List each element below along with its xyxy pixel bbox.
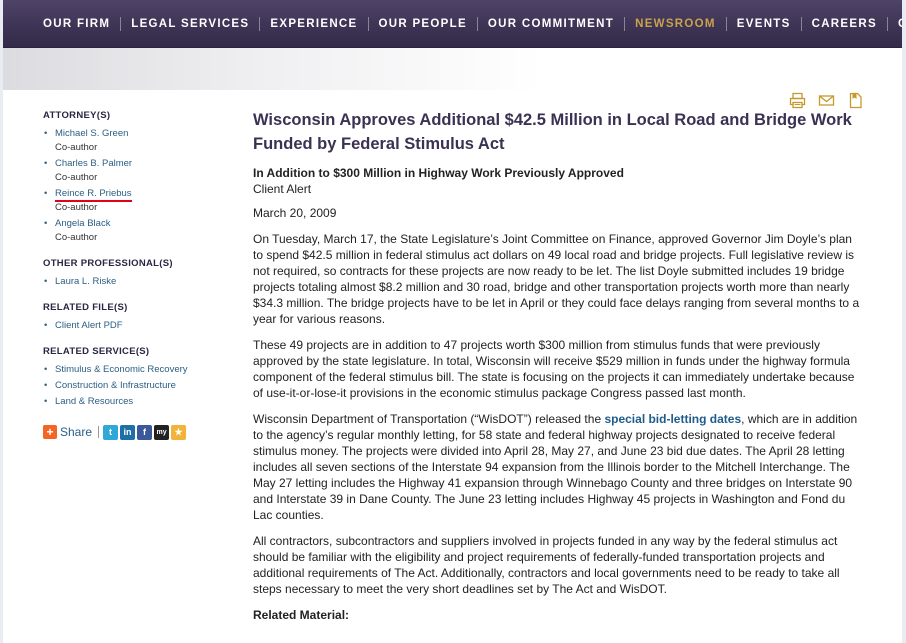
attorneys-heading: ATTORNEY(S) — [43, 110, 111, 121]
list-item: Land & Resources — [43, 396, 233, 408]
related-services-list: Stimulus & Economic Recovery Constructio… — [43, 364, 233, 408]
save-document-icon[interactable] — [847, 92, 864, 109]
list-item: Angela Black Co-author — [43, 218, 233, 244]
email-icon[interactable] — [818, 92, 835, 109]
attorney-link-michael-green[interactable]: Michael S. Green — [55, 128, 128, 139]
linkedin-icon[interactable]: in — [120, 424, 136, 440]
service-link-land-resources[interactable]: Land & Resources — [55, 396, 133, 407]
list-item: Construction & Infrastructure — [43, 380, 233, 392]
sidebar: ATTORNEY(S) Michael S. Green Co-author C… — [43, 110, 233, 440]
nav-offices[interactable]: OFFICES — [888, 18, 902, 30]
service-link-stimulus[interactable]: Stimulus & Economic Recovery — [55, 364, 188, 375]
nav-our-people[interactable]: OUR PEOPLE — [369, 18, 477, 30]
professionals-list: Laura L. Riske — [43, 276, 233, 288]
favorites-icon[interactable]: ★ — [171, 424, 187, 440]
page-title: Wisconsin Approves Additional $42.5 Mill… — [253, 111, 852, 153]
paragraph-text: Wisconsin Department of Transportation (… — [253, 412, 605, 426]
paragraph-text: , which are in addition to the agency’s … — [253, 412, 858, 522]
related-material-heading: Related Material: — [253, 608, 350, 622]
list-item: Charles B. Palmer Co-author — [43, 158, 233, 184]
article-tools — [789, 92, 864, 109]
list-item: Michael S. Green Co-author — [43, 128, 233, 154]
facebook-icon[interactable]: f — [137, 424, 153, 440]
share-plus-icon[interactable]: + — [43, 425, 57, 439]
list-item: Reince R. Priebus Co-author — [43, 188, 233, 214]
article-paragraph-1: On Tuesday, March 17, the State Legislat… — [253, 232, 860, 326]
related-files-heading: RELATED FILE(S) — [43, 302, 128, 313]
attorney-role: Co-author — [55, 142, 98, 153]
list-item: Client Alert PDF — [43, 320, 233, 332]
attorneys-list: Michael S. Green Co-author Charles B. Pa… — [43, 128, 233, 244]
myspace-icon[interactable]: my — [154, 424, 170, 440]
professional-link-laura-riske[interactable]: Laura L. Riske — [55, 276, 116, 287]
page: OUR FIRM LEGAL SERVICES EXPERIENCE OUR P… — [3, 0, 902, 643]
related-files-list: Client Alert PDF — [43, 320, 233, 332]
article-type: Client Alert — [253, 182, 312, 196]
header-banner — [3, 48, 902, 90]
attorney-role: Co-author — [55, 172, 98, 183]
nav-our-firm[interactable]: OUR FIRM — [33, 18, 120, 30]
attorney-link-angela-black[interactable]: Angela Black — [55, 218, 110, 229]
article: Wisconsin Approves Additional $42.5 Mill… — [253, 108, 865, 623]
nav-newsroom[interactable]: NEWSROOM — [625, 18, 726, 30]
article-subtitle: In Addition to $300 Million in Highway W… — [253, 166, 624, 180]
attorney-link-charles-palmer[interactable]: Charles B. Palmer — [55, 158, 132, 169]
nav-events[interactable]: EVENTS — [727, 18, 801, 30]
related-services-heading: RELATED SERVICE(S) — [43, 346, 150, 357]
client-alert-pdf-link[interactable]: Client Alert PDF — [55, 320, 123, 331]
attorney-link-reince-priebus[interactable]: Reince R. Priebus — [55, 188, 132, 202]
professionals-heading: OTHER PROFESSIONAL(S) — [43, 258, 173, 269]
print-icon[interactable] — [789, 92, 806, 109]
list-item: Laura L. Riske — [43, 276, 233, 288]
attorney-role: Co-author — [55, 202, 98, 213]
twitter-icon[interactable]: t — [103, 424, 119, 440]
share-separator — [98, 426, 100, 438]
nav-experience[interactable]: EXPERIENCE — [260, 18, 367, 30]
share-button[interactable]: Share — [60, 425, 92, 439]
list-item: Stimulus & Economic Recovery — [43, 364, 233, 376]
share-bar: + Share t in f my ★ — [43, 424, 233, 440]
article-paragraph-2: These 49 projects are in addition to 47 … — [253, 338, 855, 400]
article-paragraph-4: All contractors, subcontractors and supp… — [253, 534, 840, 596]
service-link-construction[interactable]: Construction & Infrastructure — [55, 380, 176, 391]
attorney-role: Co-author — [55, 232, 98, 243]
nav-careers[interactable]: CAREERS — [802, 18, 887, 30]
nav-our-commitment[interactable]: OUR COMMITMENT — [478, 18, 624, 30]
top-navigation: OUR FIRM LEGAL SERVICES EXPERIENCE OUR P… — [3, 0, 902, 48]
bid-letting-dates-link[interactable]: special bid-letting dates — [604, 412, 741, 426]
article-paragraph-3: Wisconsin Department of Transportation (… — [253, 411, 865, 523]
article-date: March 20, 2009 — [253, 206, 337, 220]
nav-legal-services[interactable]: LEGAL SERVICES — [121, 18, 259, 30]
